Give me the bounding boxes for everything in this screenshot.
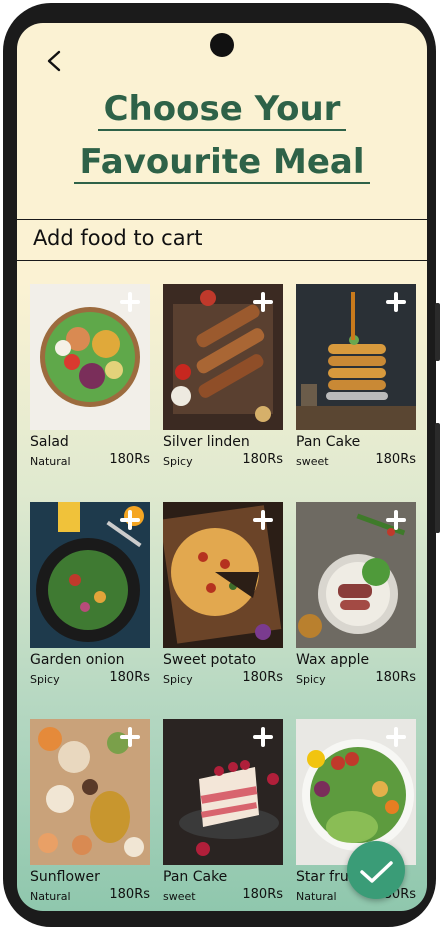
food-tag: sweet — [296, 455, 329, 468]
camera-cutout — [210, 33, 234, 57]
food-image — [30, 284, 150, 430]
food-name: Pan Cake — [163, 869, 228, 885]
section-header: Add food to cart — [17, 219, 427, 261]
food-image — [163, 284, 283, 430]
food-price: 180Rs — [242, 452, 283, 467]
food-name: Sunflower — [30, 869, 100, 885]
plus-icon[interactable] — [120, 292, 140, 312]
plus-icon[interactable] — [253, 510, 273, 530]
food-image — [296, 284, 416, 430]
food-card[interactable]: Garden onion Spicy 180Rs — [30, 502, 150, 692]
food-name: Salad — [30, 434, 69, 450]
plus-icon[interactable] — [253, 292, 273, 312]
section-label: Add food to cart — [33, 226, 203, 250]
food-card[interactable]: Sweet potato Spicy 180Rs — [163, 502, 283, 692]
power-button — [435, 303, 440, 361]
food-image — [163, 502, 283, 648]
page-title: Choose Your Favourite Meal — [17, 85, 427, 191]
food-price: 180Rs — [375, 670, 416, 685]
plus-icon[interactable] — [120, 727, 140, 747]
food-card[interactable]: Silver linden Spicy 180Rs — [163, 284, 283, 474]
food-tag: Spicy — [30, 673, 60, 686]
food-card[interactable]: Salad Natural 180Rs — [30, 284, 150, 474]
food-tag: Spicy — [163, 673, 193, 686]
plus-icon[interactable] — [253, 727, 273, 747]
food-price: 180Rs — [375, 452, 416, 467]
food-price: 180Rs — [109, 670, 150, 685]
title-line-1: Choose Your — [97, 89, 347, 131]
food-card[interactable]: Pan Cake sweet 180Rs — [163, 719, 283, 909]
food-tag: Natural — [296, 890, 337, 903]
food-tag: Spicy — [296, 673, 326, 686]
food-image — [296, 502, 416, 648]
plus-icon[interactable] — [120, 510, 140, 530]
title-line-2: Favourite Meal — [73, 142, 371, 184]
food-image — [30, 502, 150, 648]
food-price: 180Rs — [109, 887, 150, 902]
confirm-cart-button[interactable] — [347, 841, 405, 899]
food-tag: Natural — [30, 890, 71, 903]
food-name: Pan Cake — [296, 434, 361, 450]
food-price: 180Rs — [109, 452, 150, 467]
back-button[interactable] — [43, 49, 67, 73]
plus-icon[interactable] — [386, 510, 406, 530]
food-card[interactable]: Wax apple Spicy 180Rs — [296, 502, 416, 692]
food-card[interactable]: Sunflower Natural 180Rs — [30, 719, 150, 909]
plus-icon[interactable] — [386, 727, 406, 747]
plus-icon[interactable] — [386, 292, 406, 312]
chevron-left-icon — [47, 50, 61, 72]
food-tag: Spicy — [163, 455, 193, 468]
food-image — [30, 719, 150, 865]
screen: Choose Your Favourite Meal Add food to c… — [17, 23, 427, 911]
food-tag: sweet — [163, 890, 196, 903]
food-card[interactable]: Pan Cake sweet 180Rs — [296, 284, 416, 474]
food-image — [163, 719, 283, 865]
food-price: 180Rs — [242, 887, 283, 902]
food-name: Silver linden — [163, 434, 250, 450]
food-name: Wax apple — [296, 652, 370, 668]
food-name: Garden onion — [30, 652, 125, 668]
food-price: 180Rs — [242, 670, 283, 685]
food-tag: Natural — [30, 455, 71, 468]
check-icon — [360, 861, 393, 883]
volume-button — [435, 423, 440, 533]
food-name: Sweet potato — [163, 652, 257, 668]
phone-frame: Choose Your Favourite Meal Add food to c… — [3, 3, 440, 927]
